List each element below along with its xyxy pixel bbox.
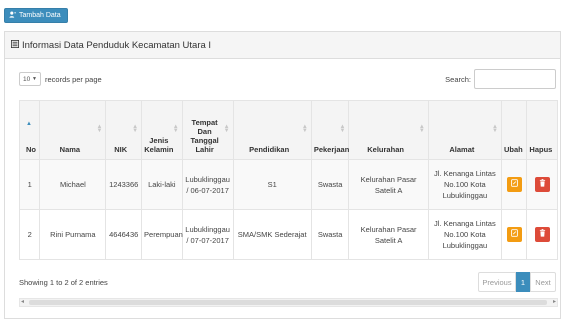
column-header-ttl[interactable]: Tempat Dan Tanggal Lahir ▲ ▼: [181, 100, 234, 160]
entries-info: Showing 1 to 2 of 2 entries: [19, 278, 108, 287]
scroll-left-icon[interactable]: ◂: [21, 299, 24, 306]
panel-header: Informasi Data Penduduk Kecamatan Utara …: [5, 32, 560, 59]
cell-nik: 1243366: [105, 159, 143, 210]
cell-hapus: [526, 159, 558, 210]
sort-icon: ▲ ▼: [492, 124, 498, 134]
delete-button[interactable]: [534, 177, 550, 192]
cell-ttl: Lubuklinggau / 07-07-2017: [181, 209, 234, 260]
cell-ttl: Lubuklinggau / 06-07-2017: [181, 159, 234, 210]
caret-down-icon: ▼: [32, 76, 37, 82]
column-header-alamat[interactable]: Alamat ▲ ▼: [427, 100, 502, 160]
sort-icon: ▲ ▼: [132, 124, 139, 134]
records-per-page-value: 10: [23, 75, 31, 83]
sort-icon: ▲ ▼: [96, 124, 103, 134]
horizontal-scrollbar[interactable]: ◂ ▸: [19, 298, 558, 307]
column-header-kelurahan[interactable]: Kelurahan ▲ ▼: [348, 100, 429, 160]
column-header-ubah[interactable]: Ubah: [500, 100, 528, 160]
cell-kelurahan: Kelurahan Pasar Satelit A: [348, 159, 429, 210]
next-page-button[interactable]: Next: [530, 272, 556, 292]
sort-icon: ▲ ▼: [223, 124, 230, 134]
scrollbar-thumb[interactable]: [29, 300, 547, 305]
residents-table: ▲ No Nama ▲ ▼ NIK ▲ ▼ Jenis Kelamin ▲ ▼ Tempat …: [18, 100, 558, 260]
table-header-row: ▲ No Nama ▲ ▼ NIK ▲ ▼ Jenis Kelamin ▲ ▼ Tempat …: [18, 100, 558, 160]
edit-button[interactable]: [506, 177, 522, 192]
sort-icon: ▲ ▼: [339, 124, 346, 134]
column-header-hapus[interactable]: Hapus: [526, 100, 558, 160]
sort-icon: ▲ ▼: [418, 124, 425, 134]
column-header-pekerjaan[interactable]: Pekerjaan ▲ ▼: [310, 100, 350, 160]
search-control: Search:: [445, 69, 556, 89]
column-header-jenis-kelamin[interactable]: Jenis Kelamin ▲ ▼: [141, 100, 183, 160]
panel-title: Informasi Data Penduduk Kecamatan Utara …: [22, 39, 212, 51]
table-row: 1 Michael 1243366 Laki-laki Lubuklinggau…: [18, 159, 558, 210]
table-row: 2 Rini Purnama 4646436 Perempuan Lubukli…: [18, 209, 558, 260]
cell-hapus: [526, 209, 558, 260]
list-icon: [11, 39, 19, 51]
cell-pekerjaan: Swasta: [310, 159, 350, 210]
column-header-pendidikan[interactable]: Pendidikan ▲ ▼: [232, 100, 312, 160]
cell-alamat: Jl. Kenanga Lintas No.100 Kota Lubukling…: [427, 209, 502, 260]
edit-button[interactable]: [506, 227, 522, 242]
table-controls: 10 ▼ records per page Search:: [5, 69, 560, 91]
trash-icon: [539, 229, 546, 240]
cell-nama: Rini Purnama: [39, 209, 107, 260]
search-input[interactable]: [474, 69, 556, 89]
sort-asc-icon: ▲: [26, 121, 32, 127]
length-control: 10 ▼ records per page: [19, 72, 102, 86]
add-data-button[interactable]: Tambah Data: [4, 8, 68, 23]
sort-icon: ▲ ▼: [301, 124, 308, 134]
cell-no: 1: [18, 159, 41, 210]
previous-page-button[interactable]: Previous: [478, 272, 516, 292]
cell-ubah: [500, 209, 528, 260]
cell-nik: 4646436: [105, 209, 143, 260]
cell-kelurahan: Kelurahan Pasar Satelit A: [348, 209, 429, 260]
column-header-nik[interactable]: NIK ▲ ▼: [105, 100, 143, 160]
page-1-button[interactable]: 1: [516, 272, 530, 292]
user-plus-icon: [9, 11, 16, 20]
cell-alamat: Jl. Kenanga Lintas No.100 Kota Lubukling…: [427, 159, 502, 210]
sort-icon: ▲ ▼: [172, 124, 179, 134]
cell-jenis-kelamin: Perempuan: [141, 209, 183, 260]
data-panel: Informasi Data Penduduk Kecamatan Utara …: [4, 31, 561, 319]
cell-nama: Michael: [39, 159, 107, 210]
cell-pendidikan: S1: [232, 159, 312, 210]
search-label: Search:: [445, 74, 471, 84]
trash-icon: [539, 179, 546, 190]
cell-ubah: [500, 159, 528, 210]
column-header-nama[interactable]: Nama ▲ ▼: [39, 100, 107, 160]
records-per-page-label: records per page: [45, 74, 102, 84]
delete-button[interactable]: [534, 227, 550, 242]
cell-pendidikan: SMA/SMK Sederajat: [232, 209, 312, 260]
scroll-right-icon[interactable]: ▸: [553, 299, 556, 306]
cell-pekerjaan: Swasta: [310, 209, 350, 260]
cell-no: 2: [18, 209, 41, 260]
add-data-label: Tambah Data: [19, 12, 61, 19]
column-header-no[interactable]: ▲ No: [18, 100, 41, 160]
records-per-page-select[interactable]: 10 ▼: [19, 72, 41, 86]
top-toolbar: Tambah Data: [0, 0, 565, 30]
edit-icon: [510, 179, 518, 190]
pagination: Previous 1 Next: [478, 272, 556, 292]
edit-icon: [510, 229, 518, 240]
cell-jenis-kelamin: Laki-laki: [141, 159, 183, 210]
